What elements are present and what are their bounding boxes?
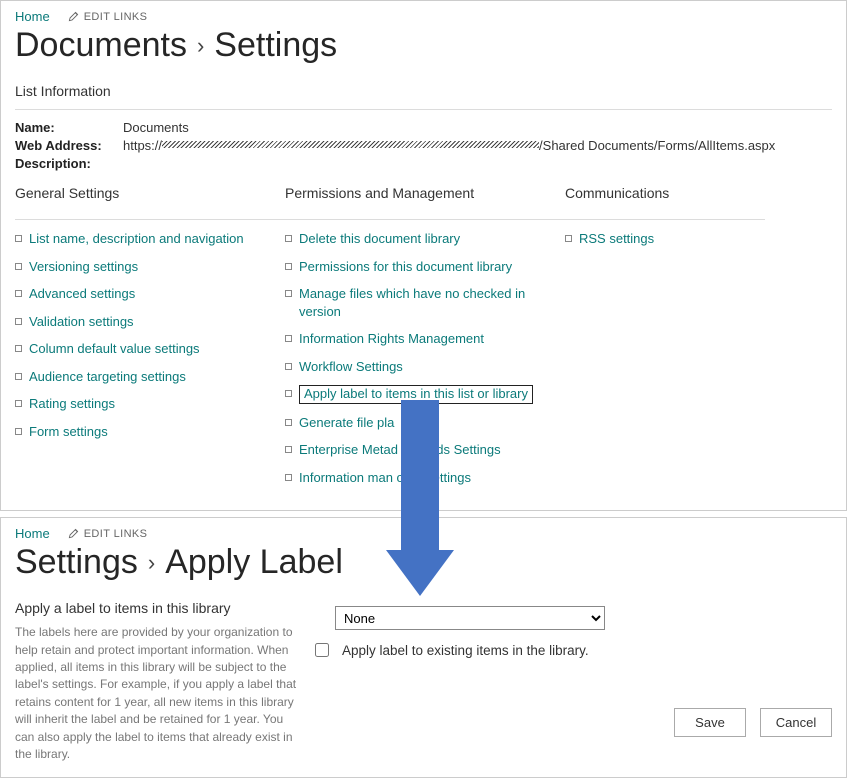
settings-link-item: Apply label to items in this list or lib… <box>285 385 565 403</box>
name-label: Name: <box>15 120 123 135</box>
settings-link-item: Permissions for this document library <box>285 258 565 276</box>
settings-link[interactable]: Information Rights Management <box>299 331 484 346</box>
title-part-apply-label: Apply Label <box>165 543 343 582</box>
top-nav: Home EDIT LINKS <box>15 526 832 541</box>
col-permissions-management: Permissions and Management Delete this d… <box>285 185 565 496</box>
settings-link[interactable]: Apply label to items in this list or lib… <box>299 385 533 403</box>
settings-link-item: Information man olicy settings <box>285 469 565 487</box>
settings-link-item: Information Rights Management <box>285 330 565 348</box>
settings-link[interactable]: Generate file pla <box>299 415 394 430</box>
divider <box>15 109 832 110</box>
settings-link[interactable]: Column default value settings <box>29 341 200 356</box>
settings-link[interactable]: Form settings <box>29 424 108 439</box>
settings-link-item: Delete this document library <box>285 230 565 248</box>
settings-link-item: Generate file pla <box>285 414 565 432</box>
settings-link-item: Validation settings <box>15 313 285 331</box>
settings-link[interactable]: Rating settings <box>29 396 115 411</box>
general-settings-heading: General Settings <box>15 185 285 201</box>
communications-heading: Communications <box>565 185 765 201</box>
settings-link[interactable]: Information man olicy settings <box>299 470 471 485</box>
col-communications: Communications RSS settings <box>565 185 765 496</box>
settings-link-item: Column default value settings <box>15 340 285 358</box>
settings-link-item: Workflow Settings <box>285 358 565 376</box>
home-link[interactable]: Home <box>15 526 50 541</box>
settings-link[interactable]: Audience targeting settings <box>29 369 186 384</box>
settings-link[interactable]: Delete this document library <box>299 231 460 246</box>
permissions-heading: Permissions and Management <box>285 185 565 201</box>
title-part-documents: Documents <box>15 26 187 65</box>
save-button[interactable]: Save <box>674 708 746 737</box>
description-label: Description: <box>15 156 123 171</box>
settings-link[interactable]: Permissions for this document library <box>299 259 512 274</box>
settings-link[interactable]: Versioning settings <box>29 259 138 274</box>
breadcrumb-sep-icon: › <box>197 33 204 59</box>
settings-link[interactable]: Enterprise Metad eywords Settings <box>299 442 501 457</box>
page-title: Documents › Settings <box>15 26 832 65</box>
settings-link-item: Rating settings <box>15 395 285 413</box>
apply-existing-label: Apply label to existing items in the lib… <box>342 643 589 658</box>
col-general-settings: General Settings List name, description … <box>15 185 285 496</box>
name-value: Documents <box>123 120 189 135</box>
list-information-heading: List Information <box>15 83 832 99</box>
redacted-text: xxxxxxxxxxxxxxxxxxxxxxxxxxxxxxxxxxxxxxxx… <box>162 138 539 153</box>
edit-links-label: EDIT LINKS <box>84 11 148 23</box>
settings-link[interactable]: List name, description and navigation <box>29 231 244 246</box>
page-title: Settings › Apply Label <box>15 543 832 582</box>
edit-links[interactable]: EDIT LINKS <box>68 528 148 540</box>
settings-panel: Home EDIT LINKS Documents › Settings Lis… <box>0 0 847 511</box>
settings-columns: General Settings List name, description … <box>15 185 832 496</box>
divider <box>285 219 565 220</box>
title-part-settings: Settings <box>214 26 337 65</box>
cancel-button[interactable]: Cancel <box>760 708 832 737</box>
apply-label-lead: Apply a label to items in this library <box>15 600 305 616</box>
divider <box>565 219 765 220</box>
apply-label-desc: The labels here are provided by your org… <box>15 624 305 763</box>
web-address-label: Web Address: <box>15 138 123 153</box>
apply-existing-checkbox[interactable] <box>315 643 329 657</box>
settings-link-item: Advanced settings <box>15 285 285 303</box>
apply-label-panel: Home EDIT LINKS Settings › Apply Label A… <box>0 517 847 778</box>
settings-link[interactable]: Advanced settings <box>29 286 135 301</box>
breadcrumb-sep-icon: › <box>148 550 155 576</box>
title-part-settings: Settings <box>15 543 138 582</box>
settings-link-item: RSS settings <box>565 230 765 248</box>
divider <box>15 219 285 220</box>
settings-link-item: Manage files which have no checked in ve… <box>285 285 565 320</box>
settings-link-item: Form settings <box>15 423 285 441</box>
web-address-value: https://xxxxxxxxxxxxxxxxxxxxxxxxxxxxxxxx… <box>123 138 775 153</box>
settings-link[interactable]: RSS settings <box>579 231 654 246</box>
pencil-icon <box>68 528 79 539</box>
apply-label-description: Apply a label to items in this library T… <box>15 600 305 763</box>
edit-links-label: EDIT LINKS <box>84 528 148 540</box>
pencil-icon <box>68 11 79 22</box>
settings-link-item: List name, description and navigation <box>15 230 285 248</box>
top-nav: Home EDIT LINKS <box>15 9 832 24</box>
settings-link[interactable]: Manage files which have no checked in ve… <box>299 286 525 319</box>
label-select[interactable]: None <box>335 606 605 630</box>
home-link[interactable]: Home <box>15 9 50 24</box>
settings-link-item: Audience targeting settings <box>15 368 285 386</box>
settings-link[interactable]: Validation settings <box>29 314 134 329</box>
settings-link[interactable]: Workflow Settings <box>299 359 403 374</box>
settings-link-item: Versioning settings <box>15 258 285 276</box>
list-info-table: Name: Documents Web Address: https://xxx… <box>15 120 832 171</box>
edit-links[interactable]: EDIT LINKS <box>68 11 148 23</box>
settings-link-item: Enterprise Metad eywords Settings <box>285 441 565 459</box>
